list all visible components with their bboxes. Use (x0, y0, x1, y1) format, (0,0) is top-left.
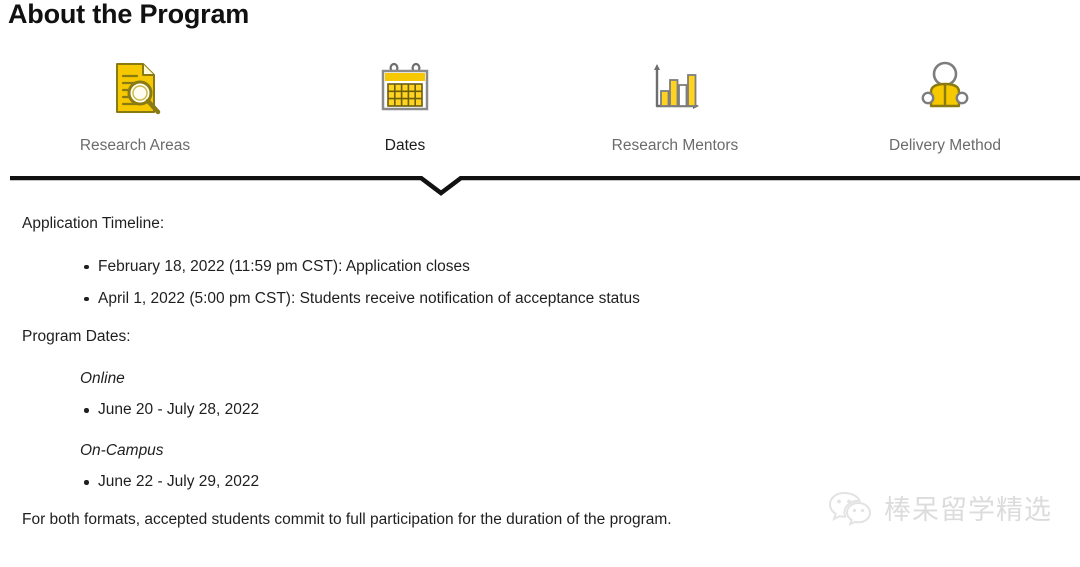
tab-dates[interactable]: Dates (270, 55, 540, 165)
tab-label-delivery-method: Delivery Method (889, 137, 1001, 154)
closing-note: For both formats, accepted students comm… (22, 511, 672, 528)
tab-research-areas[interactable]: Research Areas (0, 55, 270, 165)
list-item: February 18, 2022 (11:59 pm CST): Applic… (22, 256, 1062, 278)
tab-delivery-method[interactable]: Delivery Method (810, 55, 1080, 165)
document-magnifier-icon (109, 55, 161, 117)
bar-chart-icon (648, 55, 702, 117)
calendar-icon (378, 55, 432, 117)
program-dates-heading: Program Dates: (22, 327, 131, 345)
page-title: About the Program (8, 0, 250, 29)
tab-label-research-areas: Research Areas (79, 137, 191, 154)
list-item: June 20 - July 28, 2022 (22, 399, 1062, 421)
online-dates-list: June 20 - July 28, 2022 (22, 399, 1062, 421)
online-subheading: Online (80, 370, 125, 387)
application-timeline-heading: Application Timeline: (22, 215, 165, 232)
list-item: April 1, 2022 (5:00 pm CST): Students re… (22, 288, 1062, 310)
tab-strip: Research Areas Dates Research Mentors De… (0, 55, 1080, 165)
tab-label-dates: Dates (384, 137, 426, 154)
tab-research-mentors[interactable]: Research Mentors (540, 55, 810, 165)
tab-label-research-mentors: Research Mentors (611, 137, 739, 154)
oncampus-dates-list: June 22 - July 29, 2022 (22, 471, 1062, 493)
program-content: Application Timeline: February 18, 2022 … (22, 216, 1062, 528)
person-reading-icon (919, 55, 971, 117)
application-timeline-list: February 18, 2022 (11:59 pm CST): Applic… (22, 256, 1062, 310)
list-item: June 22 - July 29, 2022 (22, 471, 1062, 493)
tab-divider (10, 176, 1080, 202)
oncampus-subheading: On-Campus (80, 442, 164, 459)
